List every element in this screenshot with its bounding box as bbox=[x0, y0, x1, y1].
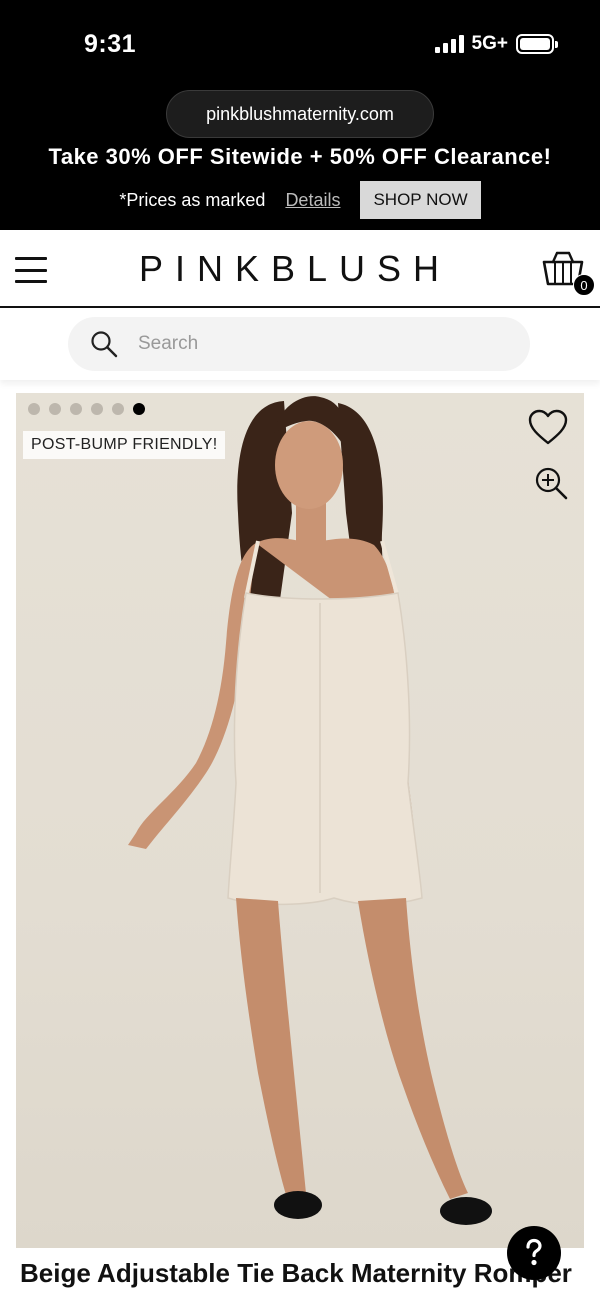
network-label: 5G+ bbox=[471, 33, 508, 54]
browser-bar: pinkblushmaternity.com bbox=[0, 88, 600, 148]
url-bar[interactable]: pinkblushmaternity.com bbox=[166, 90, 434, 138]
signal-icon bbox=[434, 35, 464, 53]
product-photo bbox=[128, 396, 492, 1225]
promo-banner: Take 30% OFF Sitewide + 50% OFF Clearanc… bbox=[0, 140, 600, 230]
details-link[interactable]: Details bbox=[285, 190, 340, 211]
carousel-dot[interactable] bbox=[49, 403, 61, 415]
promo-headline: Take 30% OFF Sitewide + 50% OFF Clearanc… bbox=[48, 144, 552, 169]
status-time: 9:31 bbox=[84, 30, 137, 58]
search-icon bbox=[91, 331, 118, 358]
promo-row: *Prices as marked Details SHOP NOW bbox=[0, 181, 600, 219]
site-header: PINKBLUSH 0 bbox=[0, 230, 600, 308]
site-logo[interactable]: PINKBLUSH bbox=[0, 248, 590, 290]
promo-note: *Prices as marked bbox=[119, 189, 266, 210]
shop-now-button[interactable]: SHOP NOW bbox=[360, 181, 481, 219]
cart-count-badge: 0 bbox=[573, 274, 595, 296]
cart-button[interactable]: 0 bbox=[540, 250, 595, 300]
help-button[interactable] bbox=[507, 1226, 561, 1280]
zoom-in-icon[interactable] bbox=[534, 466, 568, 500]
search-input[interactable] bbox=[138, 333, 498, 355]
search-box[interactable] bbox=[68, 317, 530, 371]
heart-icon[interactable] bbox=[528, 409, 568, 447]
status-indicators: 5G+ bbox=[434, 33, 558, 55]
product-badge: POST-BUMP FRIENDLY! bbox=[23, 431, 226, 459]
battery-icon bbox=[516, 34, 558, 54]
carousel-dot[interactable] bbox=[70, 403, 82, 415]
carousel-dot[interactable] bbox=[28, 403, 40, 415]
search-section bbox=[0, 308, 600, 380]
carousel-dot[interactable] bbox=[91, 403, 103, 415]
status-bar: 9:31 5G+ bbox=[0, 0, 600, 88]
question-icon bbox=[526, 1238, 542, 1266]
product-image-carousel[interactable]: POST-BUMP FRIENDLY! bbox=[16, 393, 584, 1248]
